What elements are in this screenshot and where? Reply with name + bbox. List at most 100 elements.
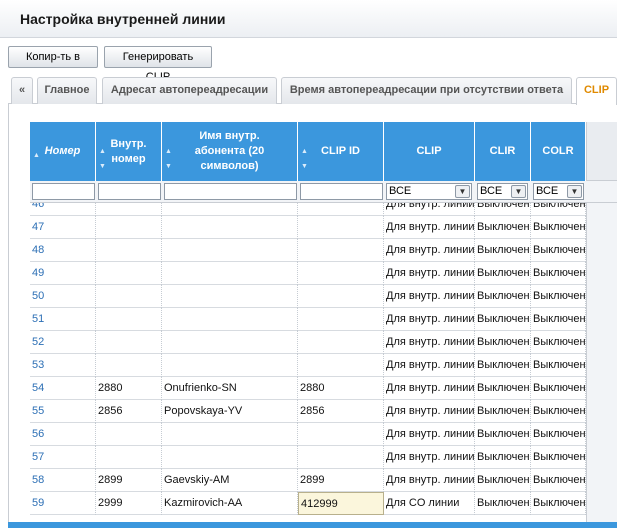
cell-clip[interactable]: Для внутр. линии [384,203,475,216]
cell-clir[interactable]: Выключено [475,203,531,216]
column-header-ext-name[interactable]: ▲ ▼ Имя внутр. абонента (20 символов) [162,122,298,181]
tab-clip[interactable]: CLIP [576,77,617,105]
table-row[interactable]: 57 Для внутр. линии Выключено Выключено [30,446,586,469]
cell-clir[interactable]: Выключено [475,469,531,492]
cell-clip[interactable]: Для внутр. линии [384,331,475,354]
cell-ext-number[interactable] [96,308,162,331]
cell-ext-number[interactable]: 2899 [96,469,162,492]
cell-number[interactable]: 50 [30,285,96,308]
cell-clip-id[interactable] [298,331,384,354]
cell-colr[interactable]: Выключено [531,469,586,492]
cell-ext-name[interactable]: Kazmirovich-AA [162,492,298,515]
cell-clir[interactable]: Выключено [475,331,531,354]
table-row[interactable]: 46 Для внутр. линии Выключено Выключено [30,203,586,216]
cell-clip[interactable]: Для внутр. линии [384,400,475,423]
cell-clir[interactable]: Выключено [475,400,531,423]
cell-ext-number[interactable] [96,285,162,308]
cell-clir[interactable]: Выключено [475,239,531,262]
column-header-colr[interactable]: COLR [531,122,586,181]
cell-clir[interactable]: Выключено [475,308,531,331]
tab-scroll-left-button[interactable]: « [11,77,33,104]
filter-ext-name-input[interactable] [164,183,297,200]
cell-colr[interactable]: Выключено [531,492,586,515]
cell-colr[interactable]: Выключено [531,400,586,423]
cell-clir[interactable]: Выключено [475,216,531,239]
cell-number[interactable]: 49 [30,262,96,285]
cell-ext-name[interactable]: Onufrienko-SN [162,377,298,400]
cell-ext-number[interactable]: 2999 [96,492,162,515]
cell-clip[interactable]: Для внутр. линии [384,377,475,400]
cell-clip-id[interactable]: 412999 [298,492,384,515]
column-header-ext-number[interactable]: ▲ ▼ Внутр. номер [96,122,162,181]
table-row[interactable]: 50 Для внутр. линии Выключено Выключено [30,285,586,308]
cell-ext-number[interactable] [96,446,162,469]
cell-clir[interactable]: Выключено [475,423,531,446]
cell-number[interactable]: 54 [30,377,96,400]
filter-number-input[interactable] [32,183,95,200]
cell-clip-id[interactable] [298,216,384,239]
cell-number[interactable]: 46 [30,203,96,216]
cell-ext-name[interactable] [162,308,298,331]
cell-number[interactable]: 51 [30,308,96,331]
table-row[interactable]: 47 Для внутр. линии Выключено Выключено [30,216,586,239]
cell-ext-number[interactable] [96,423,162,446]
cell-ext-name[interactable]: Gaevskiy-AM [162,469,298,492]
generate-clip-button[interactable]: Генерировать CLIP [104,46,212,83]
cell-ext-name[interactable]: Popovskaya-YV [162,400,298,423]
column-header-number[interactable]: ▲ Номер [30,122,96,181]
cell-ext-name[interactable] [162,203,298,216]
cell-ext-number[interactable] [96,216,162,239]
column-header-clir[interactable]: CLIR [475,122,531,181]
cell-ext-number[interactable]: 2856 [96,400,162,423]
cell-number[interactable]: 47 [30,216,96,239]
cell-number[interactable]: 52 [30,331,96,354]
cell-clir[interactable]: Выключено [475,354,531,377]
cell-clip[interactable]: Для внутр. линии [384,446,475,469]
cell-colr[interactable]: Выключено [531,262,586,285]
cell-clip-id[interactable] [298,239,384,262]
cell-ext-name[interactable] [162,216,298,239]
cell-clip-id[interactable]: 2880 [298,377,384,400]
cell-clip-id[interactable] [298,203,384,216]
table-row[interactable]: 54 2880 Onufrienko-SN 2880 Для внутр. линии В… [30,377,586,400]
cell-clir[interactable]: Выключено [475,262,531,285]
table-row[interactable]: 49 Для внутр. линии Выключено Выключено [30,262,586,285]
filter-colr-select[interactable]: ВСЕ ▼ [533,183,584,200]
cell-colr[interactable]: Выключено [531,308,586,331]
column-header-clip[interactable]: CLIP [384,122,475,181]
cell-clip[interactable]: Для внутр. линии [384,308,475,331]
tab-main[interactable]: Главное [37,77,97,104]
cell-ext-number[interactable] [96,354,162,377]
cell-ext-number[interactable] [96,203,162,216]
tab-forward-target[interactable]: Адресат автопереадресации [102,77,277,104]
cell-clip[interactable]: Для внутр. линии [384,469,475,492]
cell-number[interactable]: 57 [30,446,96,469]
filter-clip-id-input[interactable] [300,183,383,200]
table-row[interactable]: 52 Для внутр. линии Выключено Выключено [30,331,586,354]
cell-ext-number[interactable] [96,331,162,354]
cell-clip[interactable]: Для внутр. линии [384,354,475,377]
cell-colr[interactable]: Выключено [531,216,586,239]
tab-forward-no-answer-time[interactable]: Время автопереадресации при отсутствии о… [281,77,572,104]
cell-clip[interactable]: Для внутр. линии [384,239,475,262]
table-row[interactable]: 55 2856 Popovskaya-YV 2856 Для внутр. линии В… [30,400,586,423]
cell-ext-name[interactable] [162,423,298,446]
table-row[interactable]: 48 Для внутр. линии Выключено Выключено [30,239,586,262]
cell-colr[interactable]: Выключено [531,239,586,262]
cell-clip-id[interactable]: 2899 [298,469,384,492]
cell-colr[interactable]: Выключено [531,331,586,354]
cell-clip-id[interactable] [298,285,384,308]
cell-ext-name[interactable] [162,262,298,285]
cell-ext-name[interactable] [162,285,298,308]
filter-clir-select[interactable]: ВСЕ ▼ [477,183,528,200]
filter-ext-number-input[interactable] [98,183,161,200]
cell-colr[interactable]: Выключено [531,377,586,400]
cell-clir[interactable]: Выключено [475,492,531,515]
cell-ext-name[interactable] [162,331,298,354]
cell-ext-number[interactable] [96,239,162,262]
cell-ext-name[interactable] [162,239,298,262]
cell-colr[interactable]: Выключено [531,354,586,377]
cell-number[interactable]: 55 [30,400,96,423]
cell-ext-number[interactable]: 2880 [96,377,162,400]
cell-number[interactable]: 58 [30,469,96,492]
